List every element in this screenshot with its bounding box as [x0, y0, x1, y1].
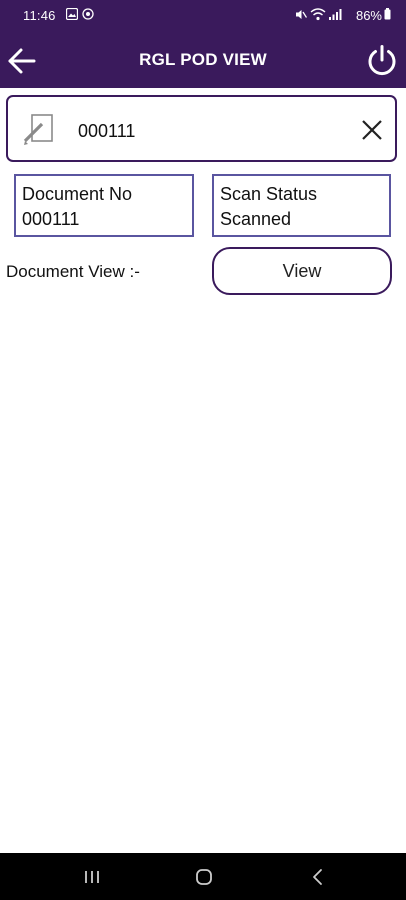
scan-status-box: Scan Status Scanned: [212, 174, 391, 237]
mute-icon: [296, 10, 307, 19]
clock: 11:46: [23, 8, 56, 23]
scan-status-label: Scan Status: [220, 184, 318, 204]
power-icon[interactable]: [365, 43, 399, 77]
view-button[interactable]: View: [212, 247, 392, 295]
app-header: RGL POD VIEW: [0, 32, 406, 88]
home-icon[interactable]: [194, 867, 214, 887]
document-edit-icon: [23, 114, 53, 145]
page-title: RGL POD VIEW: [139, 50, 267, 69]
battery-icon: [384, 8, 391, 20]
document-search-field[interactable]: 000111: [6, 95, 397, 162]
close-icon[interactable]: [359, 117, 385, 143]
sync-icon: [82, 8, 94, 20]
wifi-icon: [310, 8, 326, 21]
back-icon[interactable]: [308, 867, 328, 887]
document-no-label: Document No: [22, 184, 133, 204]
battery-level: 86%: [355, 8, 382, 23]
status-bar: 11:46 86%: [0, 0, 406, 32]
gallery-icon: [66, 8, 78, 20]
scan-status-value: Scanned: [220, 209, 292, 229]
system-nav-bar: [0, 853, 406, 900]
document-no-value: 000111: [22, 209, 80, 229]
search-input[interactable]: 000111: [78, 121, 135, 142]
recent-apps-icon[interactable]: [82, 867, 102, 887]
signal-icon: [329, 9, 342, 20]
document-view-label: Document View :-: [6, 262, 140, 281]
document-no-box: Document No 000111: [14, 174, 194, 237]
